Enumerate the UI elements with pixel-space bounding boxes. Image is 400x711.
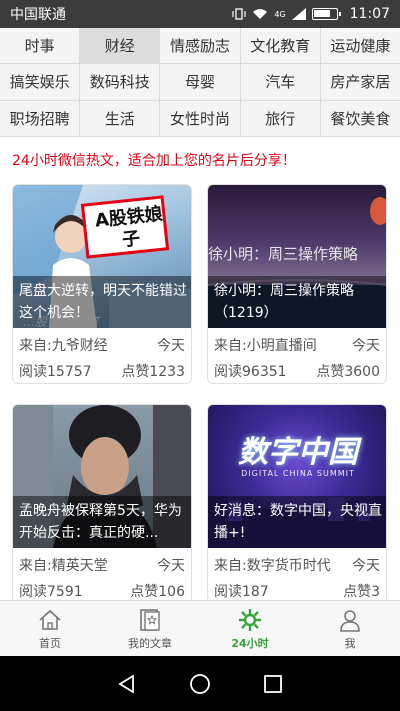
tab-label: 我 [344, 636, 356, 650]
category-muying[interactable]: 母婴 [160, 64, 241, 100]
article-date: 今天 [352, 558, 380, 574]
category-shishi[interactable]: 时事 [0, 28, 81, 64]
category-lvxing[interactable]: 旅行 [241, 100, 321, 136]
article-date: 今天 [157, 338, 185, 354]
battery-icon [311, 8, 341, 20]
article-reads: 阅读96351 [214, 364, 287, 380]
article-thumbnail: 孟晚舟被保释第5天，华为开始反击：真正的硬... [13, 405, 191, 548]
article-meta: 来自:数字货币时代 今天 [214, 555, 380, 575]
category-row: 搞笑娱乐 数码科技 母婴 汽车 房产家居 [0, 64, 400, 101]
profile-icon [340, 609, 360, 632]
thumbnail-headline: 徐小明：周三操作策略 [208, 245, 359, 263]
article-likes: 点赞3 [343, 584, 380, 600]
tab-24h[interactable]: 24小时 [200, 601, 300, 656]
carrier-label: 中国联通 [10, 7, 66, 23]
status-bar: 中国联通 4G 11:07 [0, 0, 400, 28]
article-card[interactable]: A股铁娘子 …股评 领心打 尾盘大逆转，明天不能错过这个机会！ 来自:九爷财经 … [12, 184, 192, 384]
back-icon[interactable] [116, 673, 138, 695]
article-stats: 阅读7591 点赞106 [19, 581, 185, 601]
article-reads: 阅读7591 [19, 584, 83, 600]
article-card[interactable]: 徐小明：周三操作策略 徐小明：周三操作策略（1219） 来自:小明直播间 今天 … [207, 184, 387, 384]
article-stats: 阅读187 点赞3 [214, 581, 380, 601]
thumbnail-headline: A股铁娘子 [93, 203, 164, 251]
category-qiche[interactable]: 汽车 [241, 64, 321, 100]
article-thumbnail: 数字中国 DIGITAL CHINA SUMMIT 好消息：数字中国，央视直播+… [208, 405, 386, 548]
article-date: 今天 [157, 558, 185, 574]
category-shuma[interactable]: 数码科技 [80, 64, 161, 100]
tab-label: 我的文章 [128, 636, 172, 650]
home-circle-icon[interactable] [189, 673, 211, 695]
article-card[interactable]: 孟晚舟被保释第5天，华为开始反击：真正的硬... 来自:精英天堂 今天 阅读75… [12, 404, 192, 604]
category-qinggan[interactable]: 情感励志 [160, 28, 241, 64]
24h-icon [239, 608, 261, 631]
clock: 11:07 [349, 6, 390, 22]
article-date: 今天 [352, 338, 380, 354]
category-nvxing[interactable]: 女性时尚 [160, 100, 241, 136]
article-source: 来自:数字货币时代 [214, 558, 331, 574]
article-meta: 来自:九爷财经 今天 [19, 335, 185, 355]
category-grid: 时事 财经 情感励志 文化教育 运动健康 搞笑娱乐 数码科技 母婴 汽车 房产家… [0, 28, 400, 137]
article-source: 来自:精英天堂 [19, 558, 108, 574]
article-title: 孟晚舟被保释第5天，华为开始反击：真正的硬... [13, 496, 191, 548]
article-likes: 点赞106 [130, 584, 185, 600]
hot-articles-title: 24小时微信热文，适合加上您的名片后分享！ [12, 153, 296, 169]
home-icon [39, 609, 61, 630]
network-type: 4G [274, 9, 286, 19]
system-nav-bar [0, 656, 400, 711]
bottom-tab-bar: 首页 我的文章 24小时 我 [0, 600, 400, 656]
category-gaoxiao[interactable]: 搞笑娱乐 [0, 64, 81, 100]
article-stats: 阅读15757 点赞1233 [19, 361, 185, 381]
article-title: 徐小明：周三操作策略（1219） [208, 276, 386, 328]
article-card[interactable]: 数字中国 DIGITAL CHINA SUMMIT 好消息：数字中国，央视直播+… [207, 404, 387, 604]
tab-me[interactable]: 我 [300, 601, 400, 656]
category-caijing[interactable]: 财经 [80, 28, 161, 64]
category-row: 时事 财经 情感励志 文化教育 运动健康 [0, 28, 400, 65]
article-thumbnail: 徐小明：周三操作策略 徐小明：周三操作策略（1219） [208, 185, 386, 328]
category-canyin[interactable]: 餐饮美食 [321, 101, 400, 136]
article-likes: 点赞1233 [121, 364, 185, 380]
tab-label: 24小时 [231, 636, 269, 650]
articles-icon [140, 608, 160, 631]
article-meta: 来自:小明直播间 今天 [214, 335, 380, 355]
category-row: 职场招聘 生活 女性时尚 旅行 餐饮美食 [0, 100, 400, 137]
article-title: 尾盘大逆转，明天不能错过这个机会！ [13, 276, 191, 328]
recents-icon[interactable] [262, 673, 284, 695]
tab-my-articles[interactable]: 我的文章 [100, 601, 200, 656]
wifi-icon [253, 9, 268, 19]
article-reads: 阅读187 [214, 584, 269, 600]
article-meta: 来自:精英天堂 今天 [19, 555, 185, 575]
article-title: 好消息：数字中国，央视直播+! [208, 496, 386, 548]
article-likes: 点赞3600 [316, 364, 380, 380]
thumbnail-subheadline: DIGITAL CHINA SUMMIT [241, 469, 355, 478]
article-source: 来自:小明直播间 [214, 338, 317, 354]
article-stats: 阅读96351 点赞3600 [214, 361, 380, 381]
article-reads: 阅读15757 [19, 364, 92, 380]
category-yundong[interactable]: 运动健康 [321, 28, 400, 63]
category-fangchan[interactable]: 房产家居 [321, 64, 400, 99]
tab-label: 首页 [39, 636, 61, 650]
category-shenghuo[interactable]: 生活 [80, 100, 161, 136]
vibrate-icon [232, 8, 246, 20]
signal-icon [291, 8, 306, 20]
article-source: 来自:九爷财经 [19, 338, 108, 354]
category-zhichang[interactable]: 职场招聘 [0, 100, 81, 136]
thumbnail-headline: 数字中国 [238, 435, 358, 470]
article-thumbnail: A股铁娘子 …股评 领心打 尾盘大逆转，明天不能错过这个机会！ [13, 185, 191, 328]
tab-home[interactable]: 首页 [0, 601, 100, 656]
category-wenhua[interactable]: 文化教育 [241, 28, 321, 64]
